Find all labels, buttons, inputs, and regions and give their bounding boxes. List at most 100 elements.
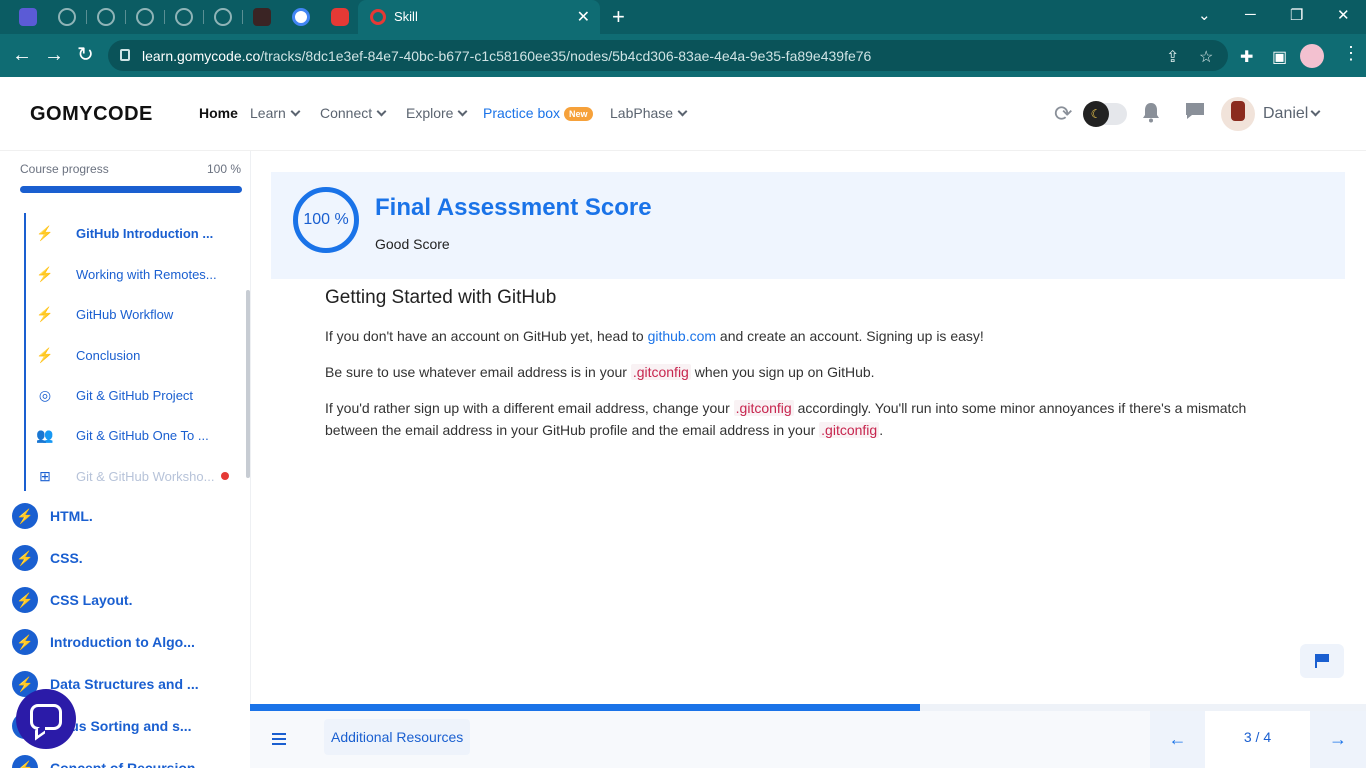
previous-arrow-icon[interactable]: ← [1150, 711, 1205, 768]
active-tab[interactable]: Skill ✕ [358, 0, 600, 34]
tab-globe-icon[interactable] [58, 8, 76, 26]
sidebar-item-github-workflow[interactable]: ⚡ GitHub Workflow [36, 305, 236, 325]
tab-divider [164, 10, 165, 24]
sidebar-item-label: Git & GitHub Worksho... [76, 469, 215, 484]
nav-connect[interactable]: Connect [320, 105, 387, 121]
sidebar-item-working-with-remotes[interactable]: ⚡ Working with Remotes... [36, 265, 236, 285]
minimize-icon[interactable]: ─ [1245, 6, 1256, 23]
tab-globe-icon[interactable] [175, 8, 193, 26]
tab-globe-icon[interactable] [97, 8, 115, 26]
tab-divider [242, 10, 243, 24]
sync-icon[interactable]: ⟳ [1054, 101, 1072, 127]
tab-globe-icon[interactable] [214, 8, 232, 26]
chevron-down-icon [1310, 106, 1321, 117]
sidebar-item-label: Conclusion [76, 348, 141, 363]
text-run: . [879, 422, 884, 438]
bolt-icon: ⚡ [12, 545, 38, 571]
dark-mode-toggle[interactable]: ☾ [1083, 101, 1127, 127]
lesson-footer: Additional Resources ← 3 / 4 → [250, 711, 1366, 768]
module-html[interactable]: ⚡ HTML. [12, 503, 212, 529]
nav-labphase[interactable]: LabPhase [610, 105, 688, 121]
support-chat-button[interactable] [16, 689, 76, 749]
tab-divider [86, 10, 87, 24]
course-progress-fill [20, 186, 242, 193]
browser-profile-avatar[interactable] [1300, 44, 1324, 68]
additional-resources-button[interactable]: Additional Resources [324, 719, 471, 755]
messages-icon[interactable] [1184, 101, 1206, 121]
close-window-icon[interactable]: ✕ [1337, 6, 1350, 24]
score-subtitle: Good Score [375, 236, 450, 252]
close-tab-icon[interactable]: ✕ [577, 7, 590, 27]
tab-divider [125, 10, 126, 24]
course-sidebar: Course progress 100 % ⚡ GitHub Introduct… [0, 151, 251, 768]
chevron-down-icon [458, 106, 468, 117]
nav-explore[interactable]: Explore [406, 105, 468, 121]
moon-icon: ☾ [1083, 101, 1109, 127]
address-bar[interactable]: learn.gomycode.co/tracks/8dc1e3ef-84e7-4… [108, 40, 1228, 71]
bell-icon[interactable] [1141, 101, 1161, 123]
text-run: and create an account. Signing up is eas… [716, 328, 984, 344]
module-label: CSS Layout. [50, 592, 133, 608]
restore-icon[interactable]: ❐ [1290, 6, 1303, 24]
url-text[interactable]: learn.gomycode.co/tracks/8dc1e3ef-84e7-4… [142, 48, 871, 64]
module-intro-algorithms[interactable]: ⚡ Introduction to Algo... [12, 629, 212, 655]
tab-globe-icon[interactable] [136, 8, 154, 26]
avatar[interactable] [1221, 97, 1255, 131]
sidebar-item-label: GitHub Workflow [76, 307, 174, 322]
github-link[interactable]: github.com [648, 328, 716, 344]
module-css-layout[interactable]: ⚡ CSS Layout. [12, 587, 212, 613]
module-label: CSS. [50, 550, 83, 566]
module-recursion[interactable]: ⚡ Concept of Recursion... [12, 755, 212, 768]
inline-code: .gitconfig [819, 422, 880, 438]
bolt-icon: ⚡ [36, 266, 54, 282]
text-run: If you'd rather sign up with a different… [325, 400, 734, 416]
forward-arrow-icon[interactable]: → [44, 44, 64, 66]
extensions-puzzle-icon[interactable]: ✚ [1240, 47, 1253, 67]
module-css[interactable]: ⚡ CSS. [12, 545, 212, 571]
bolt-icon: ⚡ [36, 306, 54, 322]
sidebar-item-git-github-one-to-one[interactable]: 👥 Git & GitHub One To ... [36, 426, 236, 446]
course-progress-bar [20, 186, 242, 193]
lock-icon[interactable] [120, 49, 130, 61]
nav-labphase-label: LabPhase [610, 105, 674, 121]
nav-learn[interactable]: Learn [250, 105, 301, 121]
lesson-content: Getting Started with GitHub If you don't… [325, 287, 1285, 455]
reload-icon[interactable]: ↻ [77, 44, 94, 66]
nav-practice-box[interactable]: Practice box New [483, 105, 593, 122]
back-arrow-icon[interactable]: ← [12, 44, 32, 66]
tab-search-chevron-icon[interactable]: ⌄ [1198, 6, 1211, 24]
tab-google-icon[interactable] [292, 8, 310, 26]
lesson-heading: Getting Started with GitHub [325, 287, 557, 308]
url-host: learn.gomycode.co [142, 48, 261, 64]
report-flag-button[interactable] [1300, 644, 1344, 678]
sidebar-item-git-github-workshop[interactable]: ⊞ Git & GitHub Worksho... [36, 467, 236, 487]
sidebar-scrollbar[interactable] [246, 290, 250, 478]
sidebar-item-git-github-project[interactable]: ◎ Git & GitHub Project [36, 386, 236, 406]
workshop-icon: ⊞ [39, 468, 51, 484]
module-label: Concept of Recursion... [50, 760, 208, 768]
tab-shield-icon[interactable] [331, 8, 349, 26]
chevron-down-icon [290, 106, 301, 117]
people-icon: 👥 [36, 427, 54, 443]
share-icon[interactable]: ⇪ [1166, 47, 1179, 67]
bookmark-star-icon[interactable]: ☆ [1199, 47, 1213, 67]
module-timeline-line [24, 213, 26, 491]
tab-dark-icon[interactable] [253, 8, 271, 26]
new-tab-icon[interactable]: + [612, 4, 625, 30]
side-panel-icon[interactable]: ▣ [1272, 47, 1287, 67]
gomycode-logo[interactable]: GOMYCODE [30, 103, 153, 126]
browser-menu-icon[interactable]: ⋮ [1342, 43, 1360, 64]
sidebar-item-label: Git & GitHub Project [76, 388, 194, 403]
tab-app-icon[interactable] [19, 8, 37, 26]
sidebar-item-conclusion[interactable]: ⚡ Conclusion [36, 346, 236, 366]
lesson-progress-bar [250, 704, 1366, 711]
next-arrow-icon[interactable]: → [1310, 711, 1366, 768]
score-ring: 100 % [293, 187, 359, 253]
user-menu[interactable]: Daniel [1263, 105, 1321, 123]
inline-code: .gitconfig [733, 400, 794, 416]
lesson-paragraph: Be sure to use whatever email address is… [325, 361, 1285, 383]
sidebar-item-github-introduction[interactable]: ⚡ GitHub Introduction ... [36, 224, 236, 244]
text-run: Be sure to use whatever email address is… [325, 364, 631, 380]
outline-list-icon[interactable] [272, 733, 286, 745]
nav-home[interactable]: Home [199, 105, 238, 121]
